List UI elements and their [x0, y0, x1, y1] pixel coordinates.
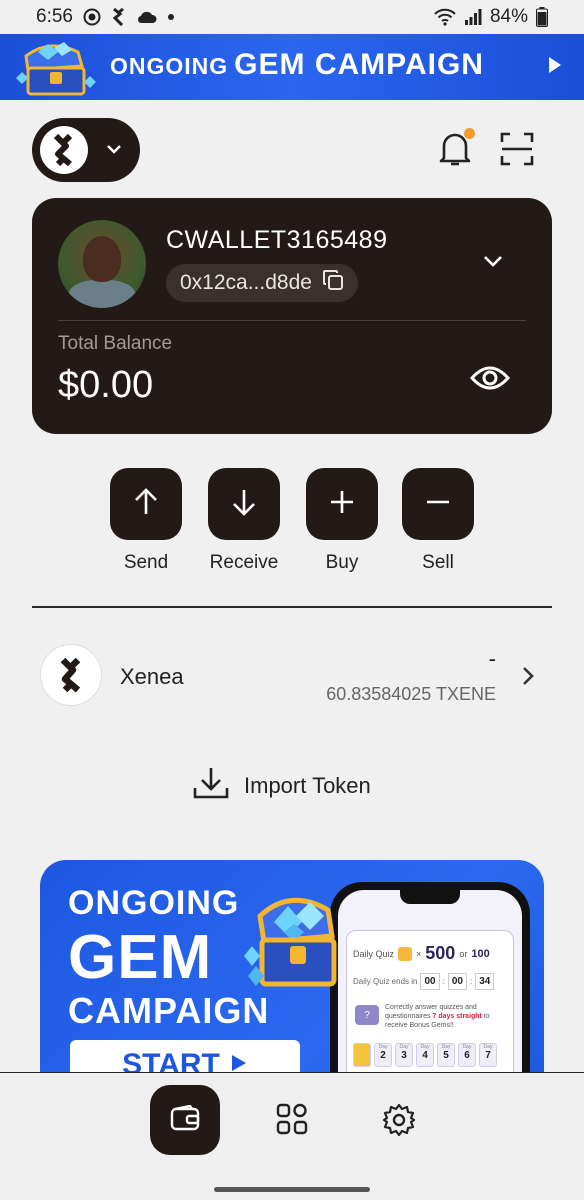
token-amount: 60.83584025 TXENE [326, 684, 496, 704]
quiz-day-streak: Day 2 Day 3 Day 4 Day 5 Day 6 Day 7 [353, 1043, 497, 1067]
wallet-icon [170, 1104, 200, 1136]
day-cell: Day 7 [479, 1043, 497, 1067]
treasure-chest-icon [8, 38, 104, 100]
promo-line-1: ONGOING [68, 884, 240, 922]
day-cell: Day 3 [395, 1043, 413, 1067]
sell-button[interactable] [402, 468, 474, 540]
dot-icon [167, 13, 175, 21]
send-action[interactable]: Send [110, 468, 182, 574]
question-icon: ? [355, 1005, 379, 1025]
settings-gear-icon[interactable] [382, 1103, 416, 1142]
battery-icon [536, 7, 548, 27]
day-cell: Day 6 [458, 1043, 476, 1067]
chevron-down-icon [106, 141, 122, 159]
coin-icon [398, 946, 413, 961]
wifi-icon [434, 8, 456, 26]
scan-qr-icon[interactable] [500, 132, 534, 171]
chevron-right-icon [522, 666, 534, 691]
card-divider [58, 320, 526, 321]
gem-day-icon [353, 1043, 371, 1067]
network-switcher[interactable] [32, 118, 140, 182]
quiz-reward-small: 100 [471, 947, 490, 960]
wallet-card: CWALLET3165489 0x12ca...d8de Total Balan… [32, 198, 552, 434]
status-time: 6:56 [36, 6, 73, 27]
quiz-or: or [459, 948, 468, 959]
banner-title: ONGOING GEM CAMPAIGN [110, 48, 484, 81]
battery-percent: 84% [489, 6, 528, 27]
status-bar: 6:56 84% [0, 0, 584, 34]
eye-icon[interactable] [469, 364, 511, 397]
wallet-name: CWALLET3165489 [166, 226, 388, 254]
sell-action[interactable]: Sell [402, 468, 474, 574]
wallet-address-copy[interactable]: 0x12ca...d8de [166, 264, 358, 302]
total-balance-label: Total Balance [58, 333, 173, 354]
receive-label: Receive [209, 552, 279, 573]
quiz-ends-label: Daily Quiz ends in [353, 977, 418, 986]
timer-seconds: 34 [475, 973, 495, 990]
account-dropdown-chevron-icon[interactable] [482, 254, 504, 273]
gem-campaign-banner[interactable]: ONGOING GEM CAMPAIGN [0, 34, 584, 100]
arrow-down-icon [231, 488, 257, 521]
wallet-address: 0x12ca...d8de [180, 271, 312, 294]
token-name: Xenea [120, 664, 184, 689]
bottom-navigation [0, 1072, 584, 1200]
send-label: Send [123, 552, 169, 573]
day-cell: Day 4 [416, 1043, 434, 1067]
receive-button[interactable] [208, 468, 280, 540]
total-balance-value: $0.00 [58, 364, 154, 406]
play-arrow-icon [548, 56, 562, 79]
timer-hours: 00 [420, 973, 440, 990]
nav-wallet-tab[interactable] [150, 1085, 220, 1155]
buy-label: Buy [325, 552, 359, 573]
arrow-up-icon [133, 487, 159, 521]
treasure-chest-icon [240, 886, 350, 1001]
receive-action[interactable]: Receive [208, 468, 280, 574]
day-cell: Day 2 [374, 1043, 392, 1067]
timer-minutes: 00 [447, 973, 467, 990]
xenea-logo-icon [40, 126, 88, 174]
promo-line-2: GEM [68, 923, 213, 992]
apps-grid-icon[interactable] [276, 1103, 308, 1140]
home-indicator[interactable] [214, 1187, 370, 1192]
sell-label: Sell [422, 552, 454, 573]
quiz-title: Daily Quiz [353, 948, 395, 959]
copy-icon [322, 269, 344, 297]
plus-icon [329, 489, 355, 520]
section-divider [32, 606, 552, 608]
signal-icon [464, 8, 482, 26]
import-token-label: Import Token [244, 773, 371, 798]
import-token-button[interactable]: Import Token [192, 766, 371, 806]
notification-dot [464, 128, 475, 139]
quiz-multiplier: × [416, 948, 422, 959]
token-fiat-value: - [488, 646, 496, 671]
token-row-xenea[interactable]: Xenea - 60.83584025 TXENE [40, 642, 544, 710]
buy-action[interactable]: Buy [306, 468, 378, 574]
quiz-reward-big: 500 [425, 943, 456, 963]
download-icon [192, 766, 230, 806]
record-icon [83, 8, 101, 26]
avatar [58, 220, 146, 308]
xenea-app-icon [111, 8, 127, 26]
minus-icon [425, 489, 451, 520]
quiz-description: Correctly answer quizzes and questionnai… [385, 1004, 490, 1030]
cloud-icon [137, 10, 157, 24]
xenea-token-icon [40, 644, 102, 706]
send-button[interactable] [110, 468, 182, 540]
day-cell: Day 5 [437, 1043, 455, 1067]
buy-button[interactable] [306, 468, 378, 540]
